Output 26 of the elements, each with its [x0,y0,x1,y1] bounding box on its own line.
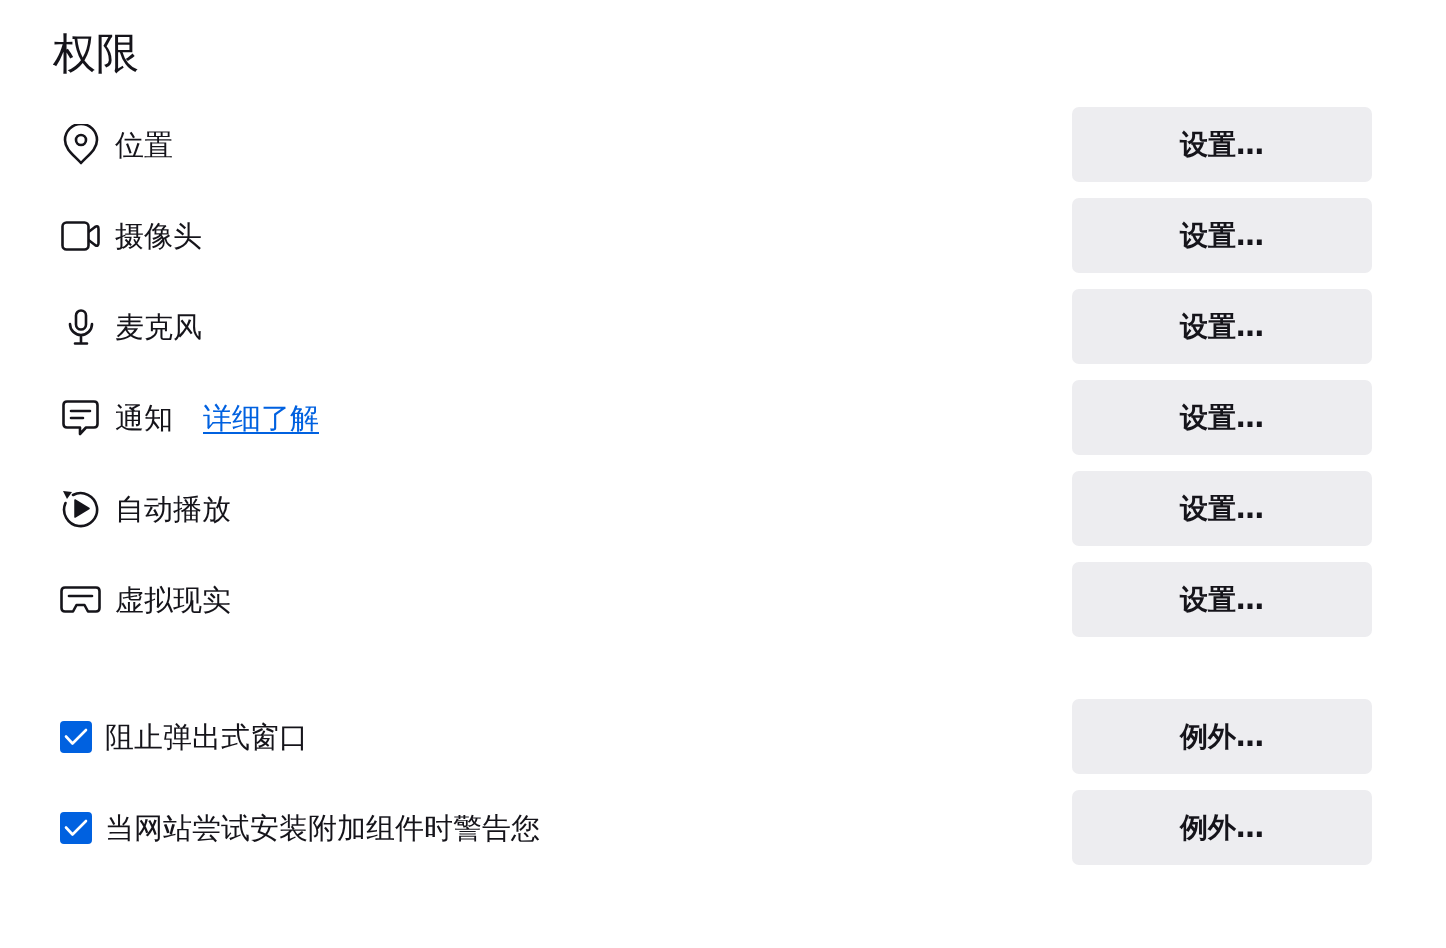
permission-label: 位置 [115,126,173,163]
permission-label: 虚拟现实 [115,581,231,618]
settings-button[interactable]: 设置… [1072,562,1372,637]
settings-button[interactable]: 设置… [1072,380,1372,455]
speech-bubble-icon [62,399,99,436]
checkbox[interactable] [60,720,92,753]
permission-label: 通知 [115,399,173,436]
checkbox-label: 当网站尝试安装附加组件时警告您 [105,809,540,846]
section-title: 权限 [53,28,139,78]
learn-more-link[interactable]: 详细了解 [203,399,319,436]
checkbox[interactable] [60,811,92,844]
play-circle-icon [61,489,100,528]
microphone-icon [67,308,94,345]
exceptions-button[interactable]: 例外… [1072,699,1372,774]
location-pin-icon [61,124,100,165]
settings-button[interactable]: 设置… [1072,198,1372,273]
vr-goggles-icon [60,586,101,613]
camera-icon [61,220,100,251]
checkbox-label: 阻止弹出式窗口 [105,718,308,755]
exceptions-button[interactable]: 例外… [1072,790,1372,865]
permission-label: 自动播放 [115,490,231,527]
settings-button[interactable]: 设置… [1072,107,1372,182]
settings-button[interactable]: 设置… [1072,289,1372,364]
settings-button[interactable]: 设置… [1072,471,1372,546]
permission-label: 摄像头 [115,217,202,254]
permission-label: 麦克风 [115,308,202,345]
